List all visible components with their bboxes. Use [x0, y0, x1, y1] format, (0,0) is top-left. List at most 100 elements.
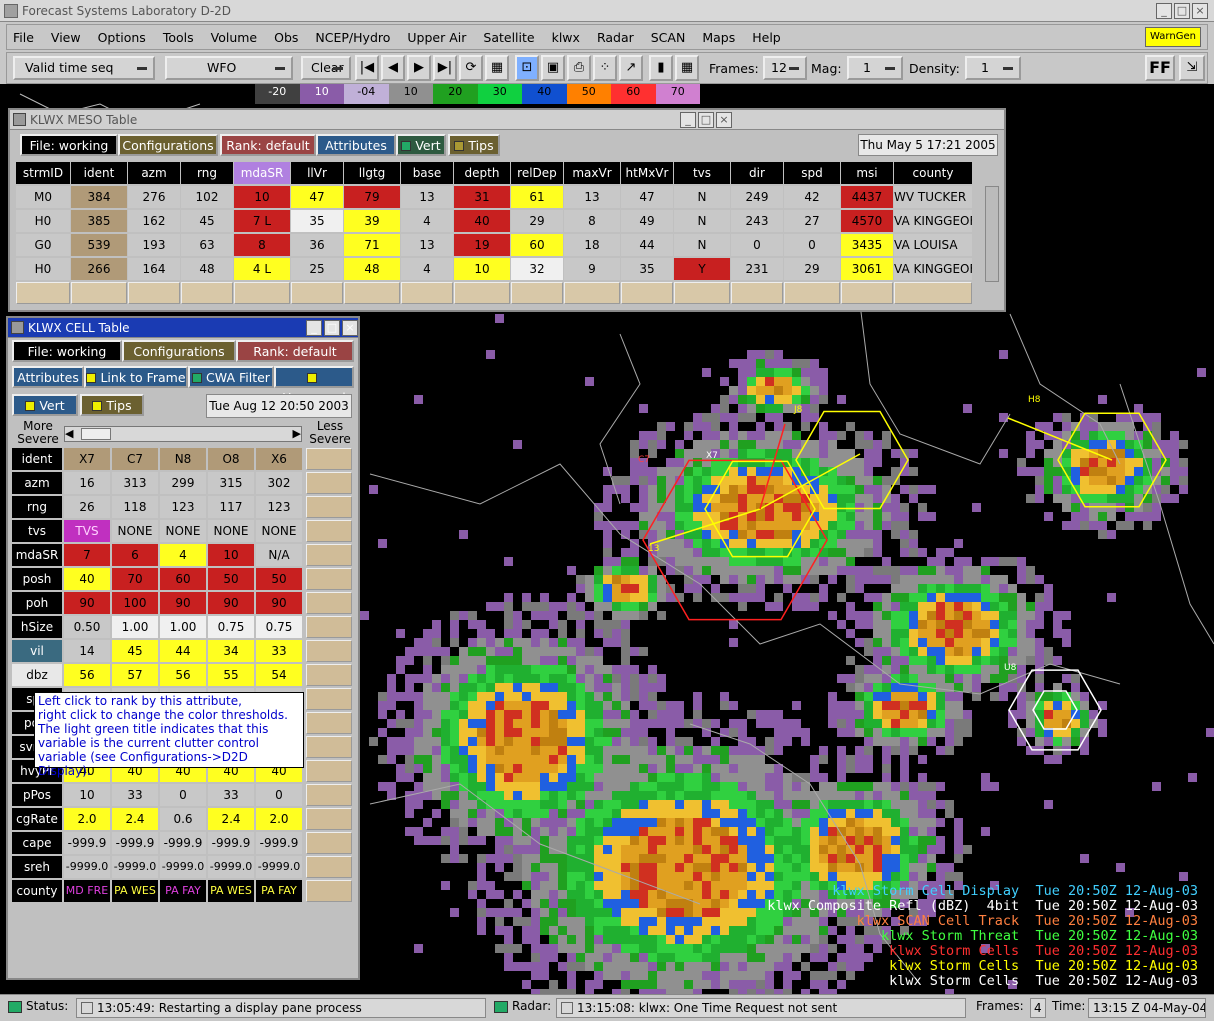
cell-value[interactable]: 117 — [208, 496, 254, 518]
loop-icon[interactable]: ⟳ — [459, 55, 483, 81]
meso-col-header-maxvr[interactable]: maxVr — [564, 162, 620, 184]
meso-empty-cell[interactable] — [841, 282, 893, 304]
cell-value[interactable]: PA FAY — [160, 880, 206, 902]
meso-col-header-llgtg[interactable]: llgtg — [344, 162, 400, 184]
cell-value[interactable]: -9999.0 — [256, 856, 302, 878]
cell-value[interactable]: 44 — [160, 640, 206, 662]
menu-scan[interactable]: SCAN — [651, 30, 686, 45]
meso-cell[interactable]: VA KINGGEOF — [894, 258, 972, 280]
meso-cell[interactable]: 32 — [511, 258, 563, 280]
image-properties-icon[interactable]: ▦ — [485, 55, 509, 81]
cell-value[interactable]: 50 — [256, 568, 302, 590]
menu-radar[interactable]: Radar — [597, 30, 634, 45]
meso-cell[interactable]: 10 — [234, 186, 290, 208]
meso-cell[interactable]: 13 — [401, 186, 453, 208]
cell-value[interactable]: 0.50 — [64, 616, 110, 638]
meso-cell[interactable]: 193 — [128, 234, 180, 256]
meso-cell[interactable]: 79 — [344, 186, 400, 208]
cell-value[interactable]: -999.9 — [160, 832, 206, 854]
display-icon[interactable]: ▣ — [541, 55, 565, 81]
cell-blank-cell[interactable] — [306, 856, 352, 878]
maximize-icon[interactable]: □ — [324, 320, 340, 336]
cell-blank-cell[interactable] — [306, 568, 352, 590]
meso-cell[interactable]: H0 — [16, 258, 70, 280]
meso-col-header-azm[interactable]: azm — [128, 162, 180, 184]
cell-col-header[interactable]: N8 — [160, 448, 206, 470]
cell-value[interactable]: NONE — [112, 520, 158, 542]
cell-value[interactable]: 45 — [112, 640, 158, 662]
cell-blank-cell[interactable] — [306, 832, 352, 854]
meso-col-header-ident[interactable]: ident — [71, 162, 127, 184]
menu-view[interactable]: View — [51, 30, 81, 45]
cell-value[interactable]: 10 — [208, 544, 254, 566]
ff-icon[interactable]: FF — [1145, 55, 1175, 81]
cell-value[interactable]: -999.9 — [112, 832, 158, 854]
meso-empty-cell[interactable] — [234, 282, 290, 304]
meso-empty-cell[interactable] — [454, 282, 510, 304]
cell-blank-cell[interactable] — [306, 496, 352, 518]
cell-value[interactable]: 34 — [208, 640, 254, 662]
meso-col-header-strmid[interactable]: strmID — [16, 162, 70, 184]
meso-cell[interactable]: H0 — [16, 210, 70, 232]
cell-row-label-posh[interactable]: posh — [12, 568, 62, 590]
meso-cell[interactable]: 9 — [564, 258, 620, 280]
cell-value[interactable]: 2.4 — [112, 808, 158, 830]
meso-col-header-rng[interactable]: rng — [181, 162, 233, 184]
meso-cell[interactable]: 42 — [784, 186, 840, 208]
cell-value[interactable]: 10 — [64, 784, 110, 806]
meso-cell[interactable]: 31 — [454, 186, 510, 208]
severity-slider[interactable]: ◀ ▶ — [64, 426, 302, 442]
cell-blank-cell[interactable] — [306, 688, 352, 710]
meso-tips-toggle[interactable]: Tips — [448, 134, 500, 156]
meso-cell[interactable]: 40 — [454, 210, 510, 232]
meso-empty-cell[interactable] — [674, 282, 730, 304]
cell-value[interactable]: -9999.0 — [160, 856, 206, 878]
cell-row-label-poh[interactable]: poh — [12, 592, 62, 614]
cell-file-button[interactable]: File: working — [12, 340, 122, 362]
meso-cell[interactable]: 29 — [511, 210, 563, 232]
meso-cell[interactable]: N — [674, 210, 730, 232]
close-icon[interactable]: × — [716, 112, 732, 128]
meso-cell[interactable]: 162 — [128, 210, 180, 232]
cell-value[interactable]: 0.75 — [208, 616, 254, 638]
next-frame-icon[interactable]: ▶ — [407, 55, 431, 81]
window-menu-icon[interactable] — [13, 113, 26, 126]
meso-empty-cell[interactable] — [128, 282, 180, 304]
cwa-filter-toggle[interactable]: CWA Filter — [188, 366, 274, 388]
window-menu-icon[interactable] — [11, 321, 24, 334]
meso-empty-cell[interactable] — [621, 282, 673, 304]
cell-value[interactable]: MD FRE — [64, 880, 110, 902]
meso-cell[interactable]: 8 — [234, 234, 290, 256]
meso-cell[interactable]: 18 — [564, 234, 620, 256]
cell-row-label-mdasr[interactable]: mdaSR — [12, 544, 62, 566]
cell-value[interactable]: 90 — [256, 592, 302, 614]
cell-value[interactable]: NONE — [160, 520, 206, 542]
wfo-dropdown[interactable]: WFO — [165, 56, 293, 80]
meso-cell[interactable]: 4 L — [234, 258, 290, 280]
cell-value[interactable]: 56 — [64, 664, 110, 686]
meso-cell[interactable]: 385 — [71, 210, 127, 232]
cell-value[interactable]: 7 — [64, 544, 110, 566]
meso-cell[interactable]: WV TUCKER — [894, 186, 972, 208]
cell-blank-cell[interactable] — [306, 520, 352, 542]
meso-empty-cell[interactable] — [511, 282, 563, 304]
meso-cell[interactable]: 243 — [731, 210, 783, 232]
meso-empty-cell[interactable] — [784, 282, 840, 304]
meso-cell[interactable]: 7 L — [234, 210, 290, 232]
cell-value[interactable]: -9999.0 — [112, 856, 158, 878]
meso-empty-cell[interactable] — [731, 282, 783, 304]
cell-blank-cell[interactable] — [306, 808, 352, 830]
cell-value[interactable]: 56 — [160, 664, 206, 686]
valid-time-dropdown[interactable]: Valid time seq — [13, 56, 155, 80]
cell-blank-cell[interactable] — [306, 712, 352, 734]
cell-row-label-dbz[interactable]: dbz — [12, 664, 62, 686]
cell-blank-cell[interactable] — [306, 880, 352, 902]
cell-col-header[interactable]: X6 — [256, 448, 302, 470]
cell-row-label-ppos[interactable]: pPos — [12, 784, 62, 806]
first-frame-icon[interactable]: |◀ — [355, 55, 379, 81]
meso-cell[interactable]: 44 — [621, 234, 673, 256]
menu-maps[interactable]: Maps — [702, 30, 735, 45]
cell-blank-cell[interactable] — [306, 784, 352, 806]
meso-empty-cell[interactable] — [344, 282, 400, 304]
meso-cell[interactable]: 25 — [291, 258, 343, 280]
